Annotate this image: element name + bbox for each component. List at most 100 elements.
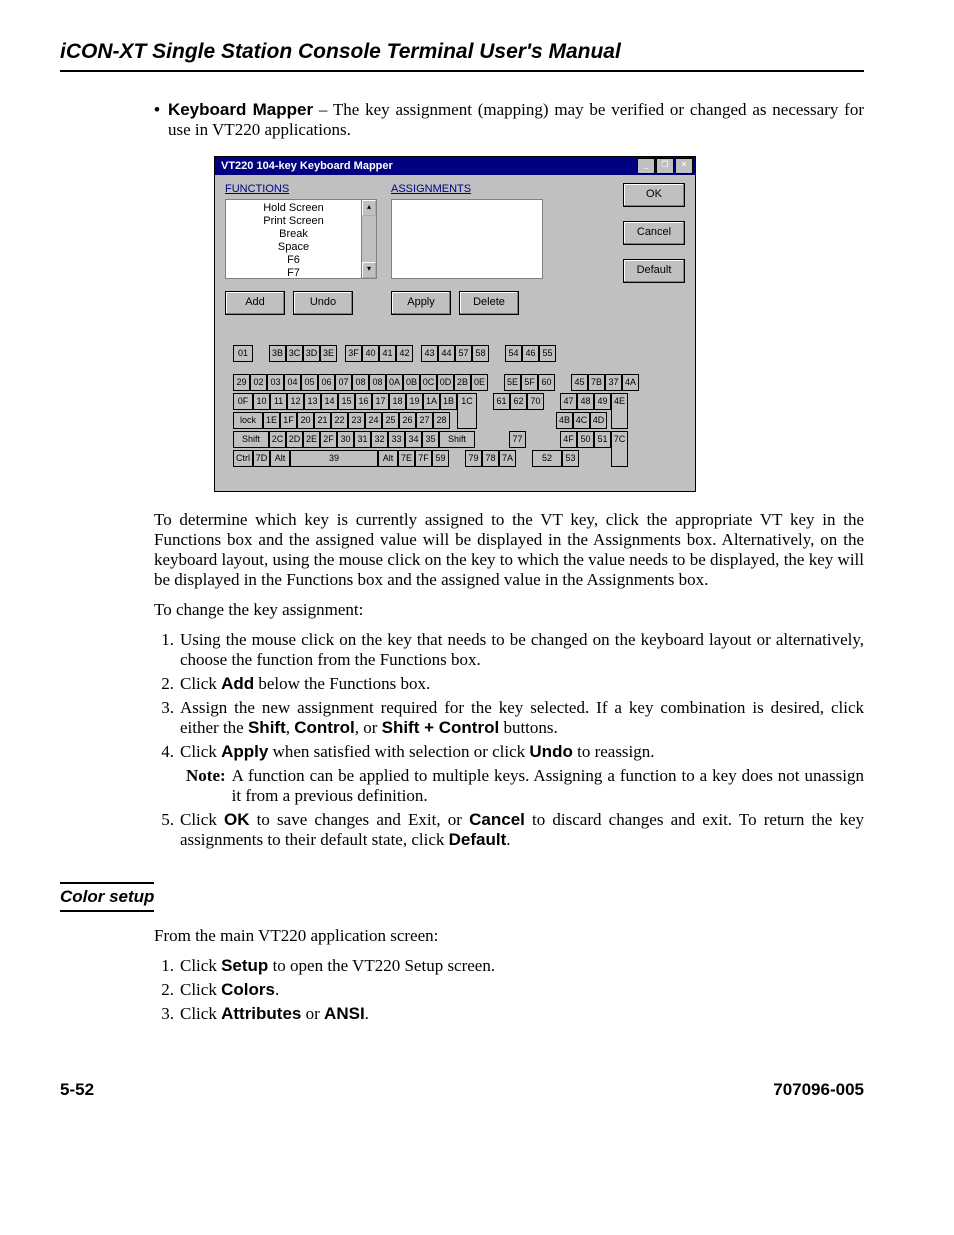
key[interactable]: 50: [577, 431, 594, 448]
key[interactable]: 0F: [233, 393, 253, 410]
key[interactable]: 04: [284, 374, 301, 391]
key[interactable]: 02: [250, 374, 267, 391]
key[interactable]: 2F: [320, 431, 337, 448]
key-space[interactable]: 39: [290, 450, 378, 467]
key[interactable]: 4B: [556, 412, 573, 429]
key[interactable]: 54: [505, 345, 522, 362]
key[interactable]: 7A: [499, 450, 516, 467]
key[interactable]: 62: [510, 393, 527, 410]
key[interactable]: 05: [301, 374, 318, 391]
key[interactable]: 17: [372, 393, 389, 410]
key[interactable]: 29: [233, 374, 250, 391]
key[interactable]: 19: [406, 393, 423, 410]
key[interactable]: 7E: [398, 450, 415, 467]
key[interactable]: 79: [465, 450, 482, 467]
key[interactable]: 0B: [403, 374, 420, 391]
key[interactable]: 1A: [423, 393, 440, 410]
key-lock[interactable]: lock: [233, 412, 263, 429]
key[interactable]: 26: [399, 412, 416, 429]
key[interactable]: 4F: [560, 431, 577, 448]
key[interactable]: 0D: [437, 374, 454, 391]
cancel-button[interactable]: Cancel: [623, 221, 685, 245]
list-item[interactable]: F7: [226, 267, 361, 280]
key[interactable]: 1E: [263, 412, 280, 429]
key[interactable]: 13: [304, 393, 321, 410]
key[interactable]: 33: [388, 431, 405, 448]
key[interactable]: 45: [571, 374, 588, 391]
key[interactable]: 08: [352, 374, 369, 391]
key[interactable]: 4C: [573, 412, 590, 429]
key[interactable]: 08: [369, 374, 386, 391]
key[interactable]: 01: [233, 345, 253, 362]
restore-button[interactable]: ❐: [656, 158, 674, 174]
key-ctrl[interactable]: Ctrl: [233, 450, 253, 467]
key[interactable]: 35: [422, 431, 439, 448]
ok-button[interactable]: OK: [623, 183, 685, 207]
key[interactable]: 14: [321, 393, 338, 410]
key[interactable]: 55: [539, 345, 556, 362]
key[interactable]: 70: [527, 393, 544, 410]
key[interactable]: 59: [432, 450, 449, 467]
close-button[interactable]: ✕: [675, 158, 693, 174]
key-alt[interactable]: Alt: [378, 450, 398, 467]
key[interactable]: 20: [297, 412, 314, 429]
key[interactable]: 5E: [504, 374, 521, 391]
list-item[interactable]: Hold Screen: [226, 202, 361, 215]
key[interactable]: 3C: [286, 345, 303, 362]
key[interactable]: 07: [335, 374, 352, 391]
key[interactable]: 3F: [345, 345, 362, 362]
key[interactable]: 2D: [286, 431, 303, 448]
key[interactable]: 0C: [420, 374, 437, 391]
key[interactable]: 22: [331, 412, 348, 429]
key[interactable]: 77: [509, 431, 526, 448]
key[interactable]: 28: [433, 412, 450, 429]
add-button[interactable]: Add: [225, 291, 285, 315]
key[interactable]: 03: [267, 374, 284, 391]
key-shift[interactable]: Shift: [233, 431, 269, 448]
key[interactable]: 25: [382, 412, 399, 429]
key[interactable]: 30: [337, 431, 354, 448]
list-item[interactable]: F6: [226, 254, 361, 267]
key[interactable]: 60: [538, 374, 555, 391]
key[interactable]: 43: [421, 345, 438, 362]
key[interactable]: 0E: [471, 374, 488, 391]
key[interactable]: 57: [455, 345, 472, 362]
key[interactable]: 61: [493, 393, 510, 410]
key[interactable]: 2B: [454, 374, 471, 391]
key-shift[interactable]: Shift: [439, 431, 475, 448]
assignments-listbox[interactable]: [391, 199, 543, 279]
key-alt[interactable]: Alt: [270, 450, 290, 467]
key[interactable]: 1F: [280, 412, 297, 429]
key[interactable]: 78: [482, 450, 499, 467]
key[interactable]: 7D: [253, 450, 270, 467]
undo-button[interactable]: Undo: [293, 291, 353, 315]
key[interactable]: 31: [354, 431, 371, 448]
key[interactable]: 3D: [303, 345, 320, 362]
list-item[interactable]: Break: [226, 228, 361, 241]
key[interactable]: 5F: [521, 374, 538, 391]
apply-button[interactable]: Apply: [391, 291, 451, 315]
key[interactable]: 3E: [320, 345, 337, 362]
key[interactable]: 40: [362, 345, 379, 362]
key[interactable]: 16: [355, 393, 372, 410]
key[interactable]: 2E: [303, 431, 320, 448]
minimize-button[interactable]: _: [637, 158, 655, 174]
scroll-up-icon[interactable]: ▴: [362, 200, 376, 216]
key[interactable]: 18: [389, 393, 406, 410]
key[interactable]: 49: [594, 393, 611, 410]
key[interactable]: 7B: [588, 374, 605, 391]
key[interactable]: 11: [270, 393, 287, 410]
key[interactable]: 51: [594, 431, 611, 448]
keyboard-layout[interactable]: 01 3B 3C 3D 3E 3F 40: [225, 339, 685, 477]
key[interactable]: 3B: [269, 345, 286, 362]
list-item[interactable]: Print Screen: [226, 215, 361, 228]
key[interactable]: 0A: [386, 374, 403, 391]
key[interactable]: 7F: [415, 450, 432, 467]
key[interactable]: 21: [314, 412, 331, 429]
key[interactable]: 34: [405, 431, 422, 448]
delete-button[interactable]: Delete: [459, 291, 519, 315]
key[interactable]: 32: [371, 431, 388, 448]
key[interactable]: 42: [396, 345, 413, 362]
key[interactable]: 1B: [440, 393, 457, 410]
key[interactable]: 12: [287, 393, 304, 410]
